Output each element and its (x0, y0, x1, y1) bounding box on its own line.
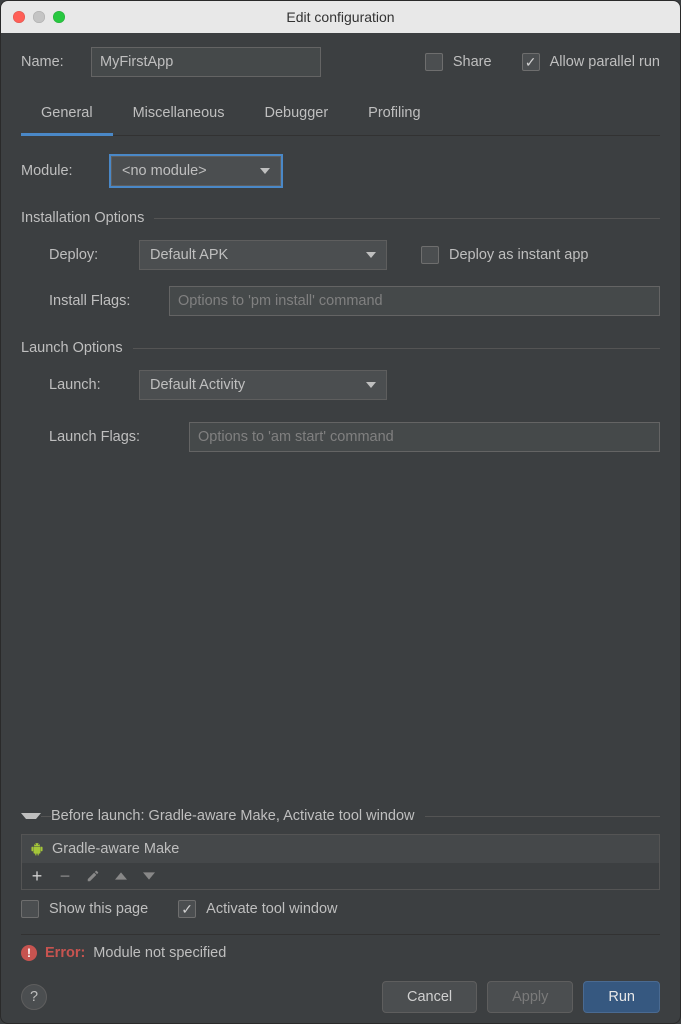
module-select-value: <no module> (122, 163, 207, 179)
chevron-down-icon (366, 382, 376, 388)
module-row: Module: <no module> (21, 156, 660, 186)
before-launch-header: Before launch: Gradle-aware Make, Activa… (51, 808, 425, 824)
run-button[interactable]: Run (583, 981, 660, 1013)
tab-profiling[interactable]: Profiling (348, 95, 440, 135)
allow-parallel-checkbox[interactable] (522, 53, 540, 71)
help-button[interactable]: ? (21, 984, 47, 1010)
edit-configuration-window: Edit configuration Name: Share Allow par… (0, 0, 681, 1024)
name-row: Name: Share Allow parallel run (21, 47, 660, 77)
launch-flags-label: Launch Flags: (49, 429, 179, 445)
task-toolbar: + − (22, 863, 659, 889)
chevron-down-icon (366, 252, 376, 258)
tab-general[interactable]: General (21, 95, 113, 136)
share-checkbox[interactable] (425, 53, 443, 71)
tab-debugger[interactable]: Debugger (244, 95, 348, 135)
launch-select-value: Default Activity (150, 377, 245, 393)
installation-options-legend: Installation Options (21, 210, 154, 226)
error-message: Module not specified (93, 945, 226, 961)
installation-options-group: Installation Options Deploy: Default APK… (21, 210, 660, 316)
name-label: Name: (21, 54, 81, 70)
activate-tool-window-checkbox[interactable] (178, 900, 196, 918)
deploy-select-value: Default APK (150, 247, 228, 263)
tab-bar: General Miscellaneous Debugger Profiling (21, 95, 660, 136)
launch-options-group: Launch Options Launch: Default Activity … (21, 340, 660, 452)
show-this-page-checkbox[interactable] (21, 900, 39, 918)
add-task-icon[interactable]: + (30, 869, 44, 883)
move-down-icon[interactable] (142, 869, 156, 883)
android-icon (30, 841, 44, 857)
share-label: Share (453, 54, 492, 70)
edit-task-icon[interactable] (86, 869, 100, 883)
disclosure-triangle-icon[interactable] (21, 813, 41, 819)
deploy-instant-label: Deploy as instant app (449, 247, 588, 263)
task-item-label: Gradle-aware Make (52, 841, 179, 857)
dialog-footer: ? Cancel Apply Run (21, 971, 660, 1013)
cancel-button[interactable]: Cancel (382, 981, 477, 1013)
allow-parallel-label: Allow parallel run (550, 54, 660, 70)
launch-flags-input[interactable] (189, 422, 660, 452)
module-label: Module: (21, 163, 101, 179)
move-up-icon[interactable] (114, 869, 128, 883)
launch-label: Launch: (49, 377, 129, 393)
error-row: ! Error: Module not specified (21, 934, 660, 961)
launch-select[interactable]: Default Activity (139, 370, 387, 400)
before-launch-checks: Show this page Activate tool window (21, 900, 660, 918)
remove-task-icon[interactable]: − (58, 869, 72, 883)
error-icon: ! (21, 945, 37, 961)
name-input[interactable] (91, 47, 321, 77)
launch-options-legend: Launch Options (21, 340, 133, 356)
titlebar: Edit configuration (1, 1, 680, 33)
apply-button[interactable]: Apply (487, 981, 573, 1013)
deploy-label: Deploy: (49, 247, 129, 263)
chevron-down-icon (260, 168, 270, 174)
before-launch-task-list: Gradle-aware Make + − (21, 834, 660, 890)
deploy-select[interactable]: Default APK (139, 240, 387, 270)
activate-tool-window-label: Activate tool window (206, 901, 337, 917)
module-select[interactable]: <no module> (111, 156, 281, 186)
install-flags-input[interactable] (169, 286, 660, 316)
deploy-instant-checkbox[interactable] (421, 246, 439, 264)
error-prefix: Error: (45, 945, 85, 961)
show-this-page-label: Show this page (49, 901, 148, 917)
tab-miscellaneous[interactable]: Miscellaneous (113, 95, 245, 135)
install-flags-label: Install Flags: (49, 293, 159, 309)
task-item[interactable]: Gradle-aware Make (22, 835, 659, 863)
before-launch-header-row: Before launch: Gradle-aware Make, Activa… (21, 808, 660, 824)
window-title: Edit configuration (1, 9, 680, 25)
